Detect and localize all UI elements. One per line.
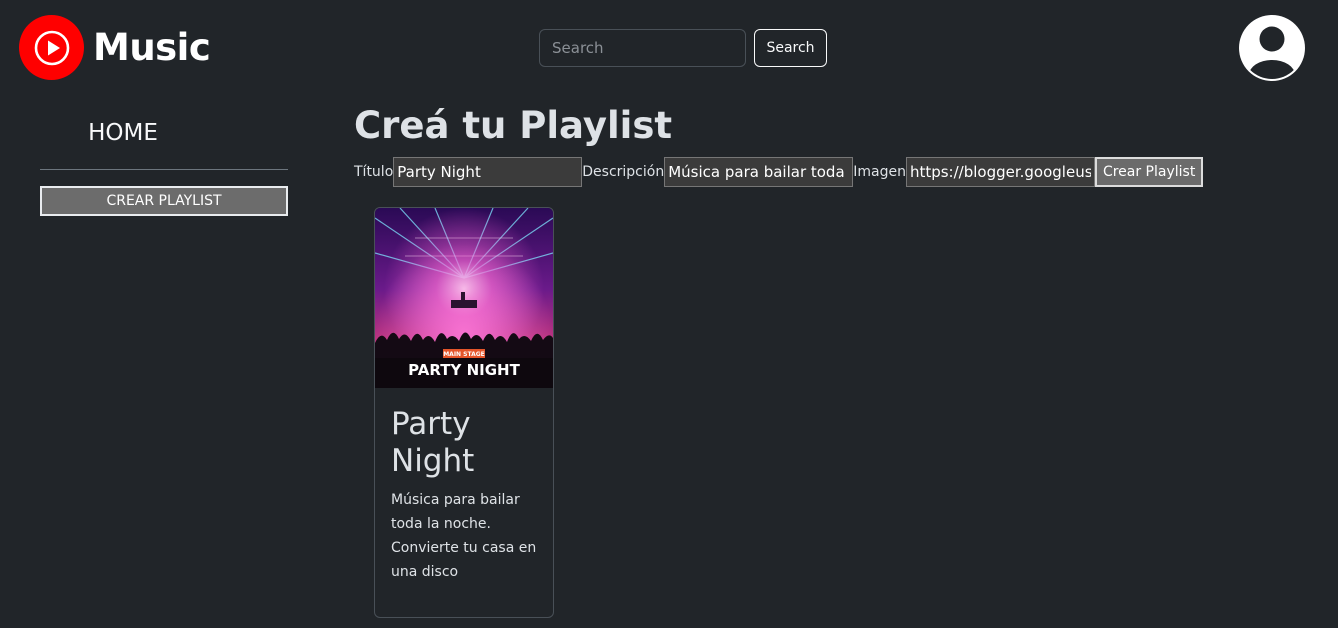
main-stage-badge-text: MAIN STAGE	[443, 351, 485, 358]
create-playlist-form: Título Descripción Imagen Crear Playlist	[354, 157, 1204, 187]
description-label: Descripción	[582, 164, 665, 180]
page-title: Creá tu Playlist	[354, 104, 673, 147]
user-avatar-icon[interactable]	[1238, 14, 1306, 82]
logo-text: Music	[93, 26, 211, 69]
logo-circle	[19, 15, 84, 80]
playlist-description: Música para bailar toda la noche. Convie…	[391, 492, 537, 580]
card-body: Party Night Música para bailar toda la n…	[375, 388, 553, 584]
sidebar-divider	[40, 169, 288, 170]
sidebar-item-home[interactable]: HOME	[40, 120, 206, 146]
playlist-title: Party Night	[391, 406, 475, 479]
title-label: Título	[354, 164, 394, 180]
playlist-cover-image: MAIN STAGE PARTY NIGHT	[375, 208, 553, 388]
sidebar-create-playlist-button[interactable]: Crear playlist	[40, 186, 288, 216]
search-button[interactable]: Search	[754, 29, 827, 67]
cover-caption: PARTY NIGHT	[408, 361, 520, 379]
logo[interactable]: Music	[19, 15, 211, 80]
create-playlist-submit-button[interactable]: Crear Playlist	[1094, 157, 1204, 187]
title-input[interactable]	[393, 157, 583, 187]
image-label: Imagen	[853, 164, 906, 180]
search-input[interactable]	[539, 29, 746, 67]
play-icon	[34, 30, 69, 65]
image-url-input[interactable]	[905, 157, 1095, 187]
description-input[interactable]	[664, 157, 854, 187]
playlist-card[interactable]: MAIN STAGE PARTY NIGHT Party Night Músic…	[374, 207, 554, 618]
